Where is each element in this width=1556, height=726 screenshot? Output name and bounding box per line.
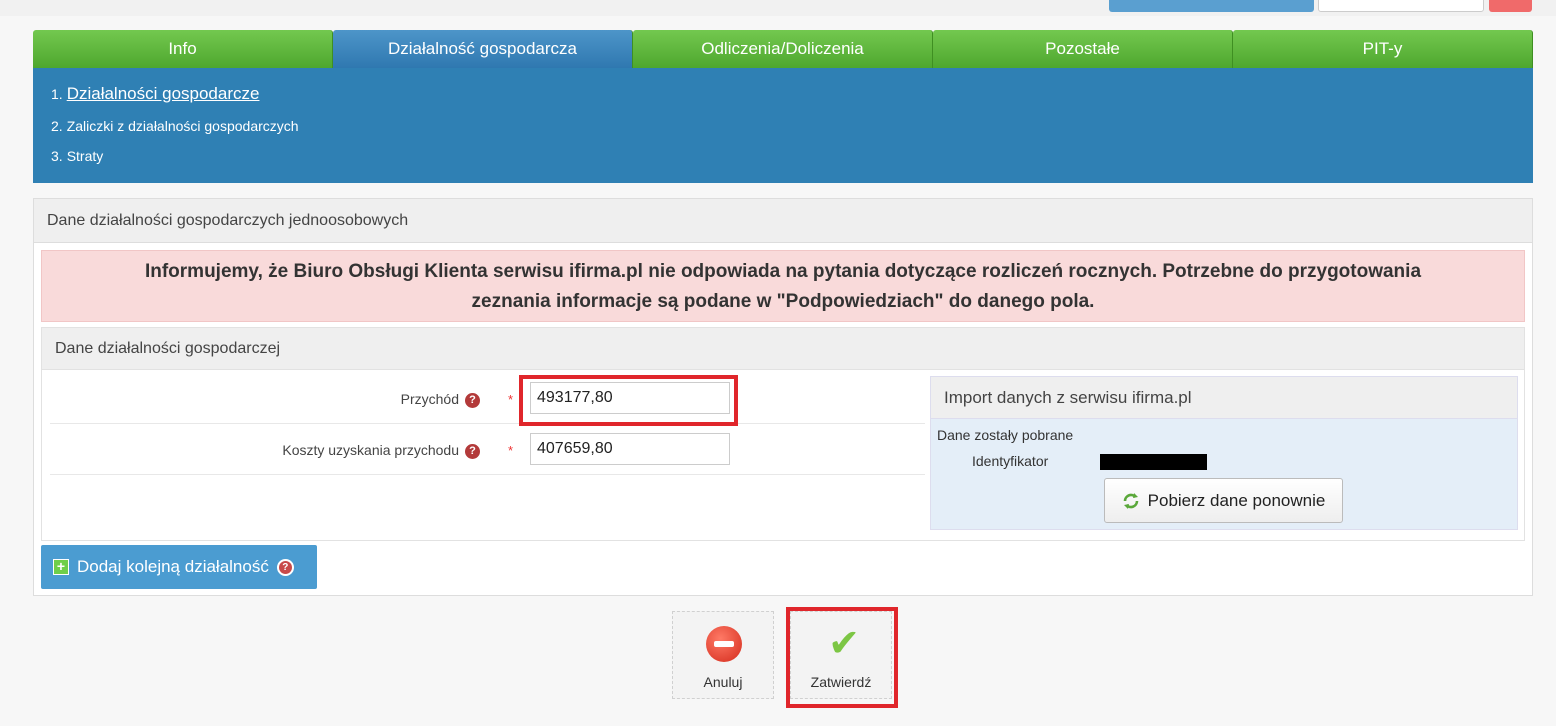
costs-label: Koszty uzyskania przychodu?	[282, 425, 480, 475]
refresh-icon	[1123, 492, 1138, 509]
subnav-number: 3.	[51, 148, 63, 164]
revenue-input[interactable]	[530, 382, 730, 414]
subnav-link[interactable]: Straty	[67, 148, 104, 164]
cancel-icon	[706, 626, 742, 662]
subnav-item-advances[interactable]: 2. Zaliczki z działalności gospodarczych	[51, 118, 299, 134]
costs-row: Koszty uzyskania przychodu? *	[50, 425, 925, 475]
confirm-button[interactable]: ✔ Zatwierdź	[790, 611, 892, 699]
tab-pit-forms[interactable]: PIT-y	[1233, 30, 1533, 68]
help-icon[interactable]: ?	[465, 443, 480, 459]
top-close-button[interactable]	[1489, 0, 1532, 12]
help-icon[interactable]: ?	[276, 558, 294, 576]
help-icon[interactable]: ?	[465, 392, 480, 408]
subnav-item-losses[interactable]: 3. Straty	[51, 148, 103, 164]
subnav-number: 1.	[51, 86, 63, 102]
add-business-label: Dodaj kolejną działalność	[77, 557, 269, 576]
business-subpanel: Dane działalności gospodarczej Przychód?…	[41, 327, 1525, 541]
revenue-label-text: Przychód	[400, 391, 459, 407]
subnav-item-business-activities[interactable]: 1. Działalności gospodarcze	[51, 84, 259, 104]
panel-title: Dane działalności gospodarczych jednooso…	[34, 199, 1532, 243]
costs-input[interactable]	[530, 433, 730, 465]
required-marker: *	[508, 392, 514, 407]
required-marker: *	[508, 443, 514, 458]
tab-deductions[interactable]: Odliczenia/Doliczenia	[633, 30, 933, 68]
alert-line-1: Informujemy, że Biuro Obsługi Klienta se…	[144, 261, 1422, 282]
tab-other[interactable]: Pozostałe	[933, 30, 1233, 68]
top-action-button[interactable]	[1109, 0, 1314, 12]
subnav-number: 2.	[51, 118, 63, 134]
confirm-label: Zatwierdź	[810, 674, 872, 690]
info-alert: Informujemy, że Biuro Obsługi Klienta se…	[41, 250, 1525, 322]
sub-navigation: 1. Działalności gospodarcze 2. Zaliczki z …	[33, 68, 1533, 183]
main-tabs: Info Działalność gospodarcza Odliczenia/…	[33, 30, 1533, 68]
refresh-data-button[interactable]: Pobierz dane ponownie	[1104, 478, 1343, 523]
identifier-value-redacted	[1100, 454, 1207, 470]
refresh-button-label: Pobierz dane ponownie	[1147, 490, 1326, 510]
import-status: Dane zostały pobrane	[937, 427, 1074, 443]
tab-business-activity[interactable]: Działalność gospodarcza	[333, 30, 633, 68]
identifier-label: Identyfikator	[972, 453, 1049, 469]
revenue-label: Przychód?	[401, 374, 480, 424]
subnav-link[interactable]: Działalności gospodarcze	[67, 84, 260, 103]
costs-label-text: Koszty uzyskania przychodu	[282, 442, 459, 458]
checkmark-icon: ✔	[828, 623, 860, 665]
tab-info[interactable]: Info	[33, 30, 333, 68]
add-business-button[interactable]: + Dodaj kolejną działalność ?	[41, 545, 317, 589]
business-data-panel: Dane działalności gospodarczych jednooso…	[33, 198, 1533, 596]
revenue-row: Przychód? *	[50, 374, 925, 424]
alert-line-2: zeznania informacje są podane w "Podpowi…	[471, 291, 1095, 312]
subnav-link[interactable]: Zaliczki z działalności gospodarczych	[67, 118, 299, 134]
plus-icon: +	[53, 559, 69, 575]
cancel-label: Anuluj	[703, 674, 743, 690]
import-title: Import danych z serwisu ifirma.pl	[931, 377, 1517, 419]
import-box: Import danych z serwisu ifirma.pl Dane z…	[930, 376, 1518, 530]
top-secondary-button[interactable]	[1318, 0, 1484, 12]
cancel-button[interactable]: Anuluj	[672, 611, 774, 699]
subpanel-title: Dane działalności gospodarczej	[42, 328, 1524, 370]
